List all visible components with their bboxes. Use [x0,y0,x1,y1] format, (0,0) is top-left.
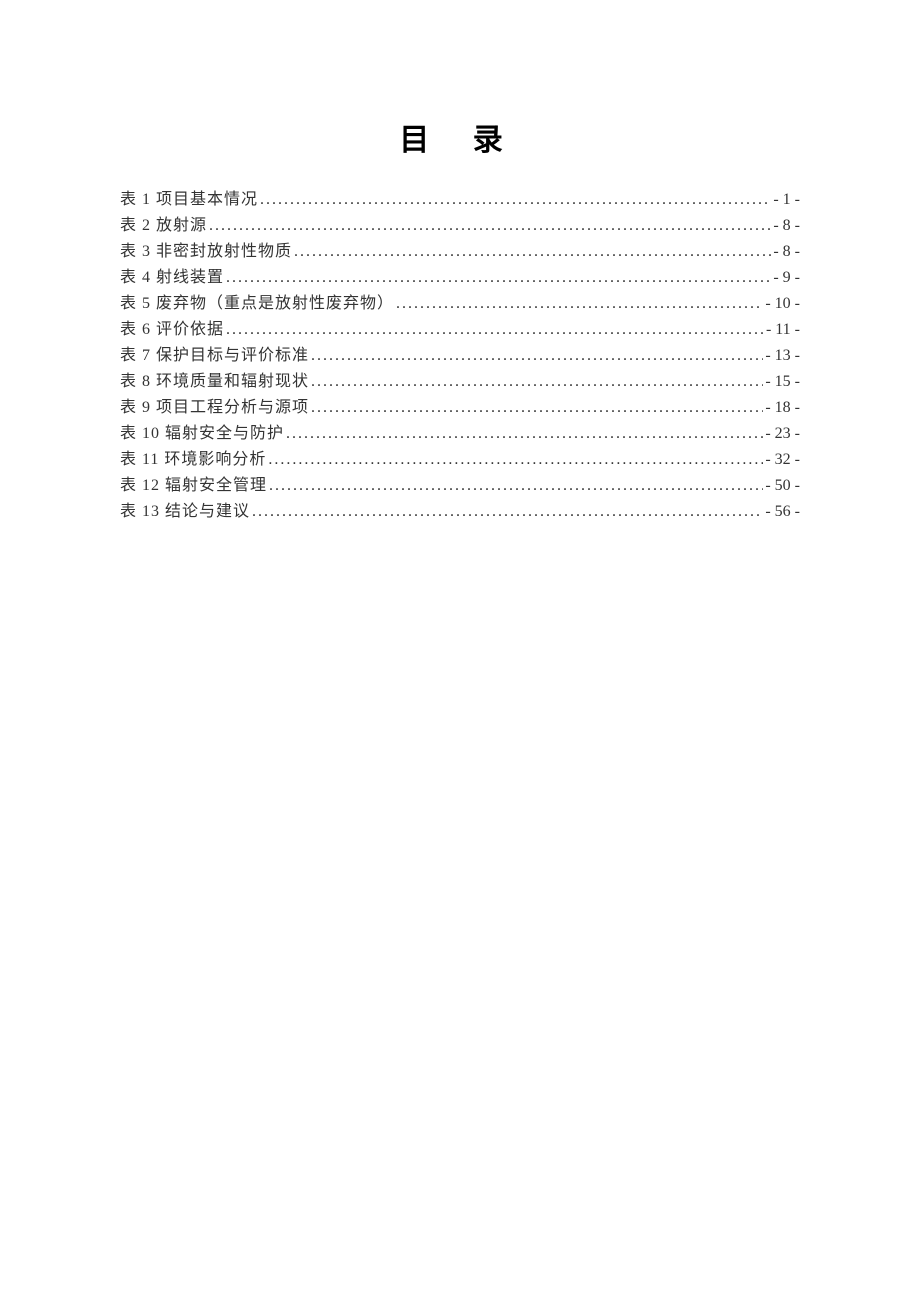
toc-entry-label: 表 9 项目工程分析与源项 [120,395,309,421]
toc-dots [311,395,763,421]
toc-entry-page: - 32 - [765,447,800,473]
toc-dots [311,369,763,395]
toc-entry-page: - 15 - [765,369,800,395]
toc-entry-label: 表 6 评价依据 [120,317,224,343]
toc-dots [226,317,764,343]
toc-entry: 表 10 辐射安全与防护 - 23 - [120,421,800,447]
toc-entry: 表 12 辐射安全管理 - 50 - [120,473,800,499]
toc-entry: 表 13 结论与建议 - 56 - [120,499,800,525]
toc-entry-page: - 13 - [765,343,800,369]
toc-entry-label: 表 8 环境质量和辐射现状 [120,369,309,395]
toc-entry-label: 表 1 项目基本情况 [120,187,258,213]
toc-entry-page: - 50 - [765,473,800,499]
toc-entry-page: - 23 - [765,421,800,447]
toc-entry-page: - 11 - [766,317,800,343]
toc-entry-page: - 10 - [765,291,800,317]
toc-entry: 表 9 项目工程分析与源项 - 18 - [120,395,800,421]
toc-entry: 表 4 射线装置 - 9 - [120,265,800,291]
document-page: 目 录 表 1 项目基本情况 - 1 - 表 2 放射源 - 8 - 表 3 非… [0,0,920,525]
toc-entry-label: 表 10 辐射安全与防护 [120,421,284,447]
toc-entry-page: - 18 - [765,395,800,421]
toc-entry-label: 表 12 辐射安全管理 [120,473,267,499]
toc-entry: 表 1 项目基本情况 - 1 - [120,187,800,213]
toc-dots [396,291,763,317]
toc-dots [286,421,763,447]
toc-entry: 表 3 非密封放射性物质 - 8 - [120,239,800,265]
toc-entry-page: - 9 - [773,265,800,291]
toc-dots [260,187,771,213]
page-title: 目 录 [120,115,800,159]
toc-entry-label: 表 5 废弃物（重点是放射性废弃物） [120,291,394,317]
toc-entry: 表 5 废弃物（重点是放射性废弃物） - 10 - [120,291,800,317]
toc-entry-page: - 8 - [773,213,800,239]
toc-entry-label: 表 3 非密封放射性物质 [120,239,292,265]
toc-dots [268,447,763,473]
toc-dots [269,473,763,499]
toc-dots [226,265,771,291]
toc-entry-label: 表 11 环境影响分析 [120,447,266,473]
toc-entry-page: - 1 - [773,187,800,213]
toc-entry: 表 8 环境质量和辐射现状 - 15 - [120,369,800,395]
toc-dots [209,213,771,239]
toc-entry: 表 11 环境影响分析 - 32 - [120,447,800,473]
toc-entry: 表 6 评价依据 - 11 - [120,317,800,343]
toc-entry-label: 表 7 保护目标与评价标准 [120,343,309,369]
toc-entry: 表 7 保护目标与评价标准 - 13 - [120,343,800,369]
toc-entry-page: - 8 - [773,239,800,265]
table-of-contents: 表 1 项目基本情况 - 1 - 表 2 放射源 - 8 - 表 3 非密封放射… [120,187,800,525]
toc-entry-label: 表 13 结论与建议 [120,499,250,525]
toc-entry-label: 表 4 射线装置 [120,265,224,291]
toc-dots [252,499,763,525]
toc-entry: 表 2 放射源 - 8 - [120,213,800,239]
toc-entry-label: 表 2 放射源 [120,213,207,239]
toc-dots [311,343,763,369]
toc-dots [294,239,771,265]
toc-entry-page: - 56 - [765,499,800,525]
